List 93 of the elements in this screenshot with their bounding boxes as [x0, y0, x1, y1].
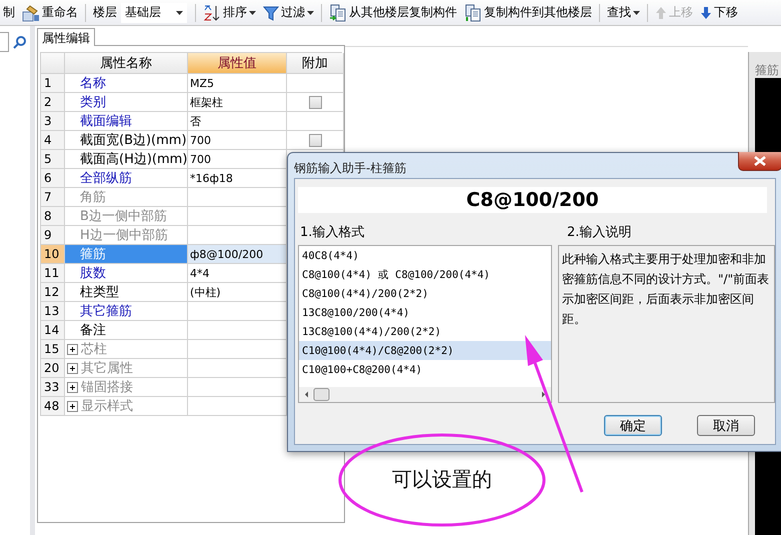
- caret-icon: [633, 10, 640, 14]
- menu-button[interactable]: 查找: [604, 2, 643, 24]
- property-value[interactable]: 框架柱: [188, 93, 287, 112]
- dialog-title: 钢筋输入助手-柱箍筋: [293, 160, 408, 177]
- formula-display: C8@100/200: [298, 187, 767, 213]
- row-number[interactable]: 8: [41, 207, 65, 226]
- tab[interactable]: 属性编辑: [37, 28, 95, 46]
- toolbar-button[interactable]: 重命名: [19, 2, 81, 24]
- caret-icon: [307, 10, 314, 14]
- row-number[interactable]: 1: [41, 74, 65, 93]
- row-number[interactable]: 33: [41, 378, 65, 397]
- callout-text: 可以设置的: [392, 466, 492, 493]
- row-number[interactable]: 14: [41, 321, 65, 340]
- row-number[interactable]: 4: [41, 131, 65, 150]
- row-number[interactable]: 13: [41, 302, 65, 321]
- floor-label: 楼层: [92, 4, 118, 21]
- column-header: 属性值: [188, 53, 287, 74]
- expand-icon[interactable]: [67, 344, 78, 354]
- row-number[interactable]: 15: [41, 340, 65, 359]
- format-item[interactable]: 13C8@100(4*4)/200(2*2): [299, 322, 551, 341]
- format-item[interactable]: 40C8(4*4): [299, 246, 551, 265]
- property-name: 截面高(H边)(mm): [65, 150, 188, 169]
- property-name: 全部纵筋: [65, 169, 188, 188]
- property-name: 角筋: [65, 188, 188, 207]
- property-name: 截面宽(B边)(mm): [65, 131, 188, 150]
- dialog-button[interactable]: 取消: [697, 415, 755, 436]
- toolbar-button[interactable]: 下移: [697, 2, 741, 24]
- section-label: 1.输入格式: [300, 224, 366, 241]
- property-name: 其它箍筋: [65, 302, 188, 321]
- row-number[interactable]: 7: [41, 188, 65, 207]
- format-item[interactable]: C8@100(4*4) 或 C8@100/200(4*4): [299, 265, 551, 284]
- sort-icon: [203, 4, 221, 22]
- panel-title: 箍筋: [755, 62, 780, 78]
- dialog-button[interactable]: 确定: [604, 415, 662, 436]
- property-value[interactable]: 700: [188, 131, 287, 150]
- menu-button[interactable]: 过滤: [260, 2, 317, 24]
- format-item[interactable]: C10@100+C8@200(4*4): [299, 360, 551, 379]
- property-name: 箍筋: [65, 245, 188, 264]
- row-number[interactable]: 20: [41, 359, 65, 378]
- property-name: 肢数: [65, 264, 188, 283]
- rename-icon: [22, 4, 40, 22]
- search-field[interactable]: [0, 32, 9, 52]
- property-name: 柱类型: [65, 283, 188, 302]
- property-value[interactable]: ф8@100/200: [188, 245, 287, 264]
- menu-button[interactable]: 排序: [200, 2, 259, 24]
- row-number[interactable]: 5: [41, 150, 65, 169]
- format-item[interactable]: C8@100(4*4)/200(2*2): [299, 284, 551, 303]
- row-number[interactable]: 9: [41, 226, 65, 245]
- property-name: 其它属性: [80, 360, 133, 377]
- floor-select[interactable]: 基础层: [121, 2, 187, 22]
- property-name: B边一侧中部筋: [65, 207, 188, 226]
- property-name: 名称: [65, 74, 188, 93]
- expand-icon[interactable]: [67, 382, 78, 392]
- column-header: 属性名称: [65, 53, 188, 74]
- row-number[interactable]: 10: [41, 245, 65, 264]
- toolbar-button[interactable]: 复制构件到其他楼层: [461, 2, 595, 24]
- row-number[interactable]: 12: [41, 283, 65, 302]
- horizontal-scrollbar[interactable]: [299, 387, 551, 402]
- filter-icon: [263, 4, 279, 20]
- property-value[interactable]: MZ5: [188, 74, 287, 93]
- column-header: 附加: [287, 53, 344, 74]
- property-name: 类别: [65, 93, 188, 112]
- property-name: 截面编辑: [65, 112, 188, 131]
- format-item[interactable]: C10@100(4*4)/C8@200(2*2): [299, 341, 551, 360]
- checkbox[interactable]: [308, 134, 322, 146]
- expand-icon[interactable]: [67, 400, 78, 412]
- toolbar-button[interactable]: 制: [0, 2, 18, 24]
- property-value[interactable]: 否: [188, 112, 287, 131]
- description-text: 此种输入格式主要用于处理加密和非加密箍筋信息不同的设计方式。"/"前面表示加密区间距，后面表示非加密区间距。: [558, 245, 775, 403]
- expand-icon[interactable]: [67, 362, 78, 374]
- row-number[interactable]: 48: [41, 397, 65, 416]
- copy-document-icon: [464, 4, 482, 22]
- close-button[interactable]: [738, 152, 781, 171]
- down-arrow-icon: [700, 6, 712, 20]
- search-icon[interactable]: [13, 36, 26, 48]
- format-item[interactable]: 13C8@100/200(4*4): [299, 303, 551, 322]
- close-icon: [754, 156, 766, 166]
- property-name: 显示样式: [80, 398, 133, 415]
- property-name: 芯柱: [80, 341, 107, 358]
- toolbar-button[interactable]: 从其他楼层复制构件: [326, 2, 460, 24]
- copy-document-icon: [329, 4, 347, 22]
- checkbox[interactable]: [308, 96, 322, 108]
- row-number[interactable]: 3: [41, 112, 65, 131]
- property-name: 备注: [65, 321, 188, 340]
- row-number[interactable]: 6: [41, 169, 65, 188]
- row-number[interactable]: 2: [41, 93, 65, 112]
- property-name: 锚固搭接: [80, 379, 133, 396]
- property-value[interactable]: 700: [188, 150, 287, 169]
- up-arrow-icon: [655, 6, 667, 20]
- caret-icon: [176, 10, 183, 14]
- section-label: 2.输入说明: [566, 224, 632, 241]
- caret-icon: [249, 10, 256, 14]
- row-number[interactable]: 11: [41, 264, 65, 283]
